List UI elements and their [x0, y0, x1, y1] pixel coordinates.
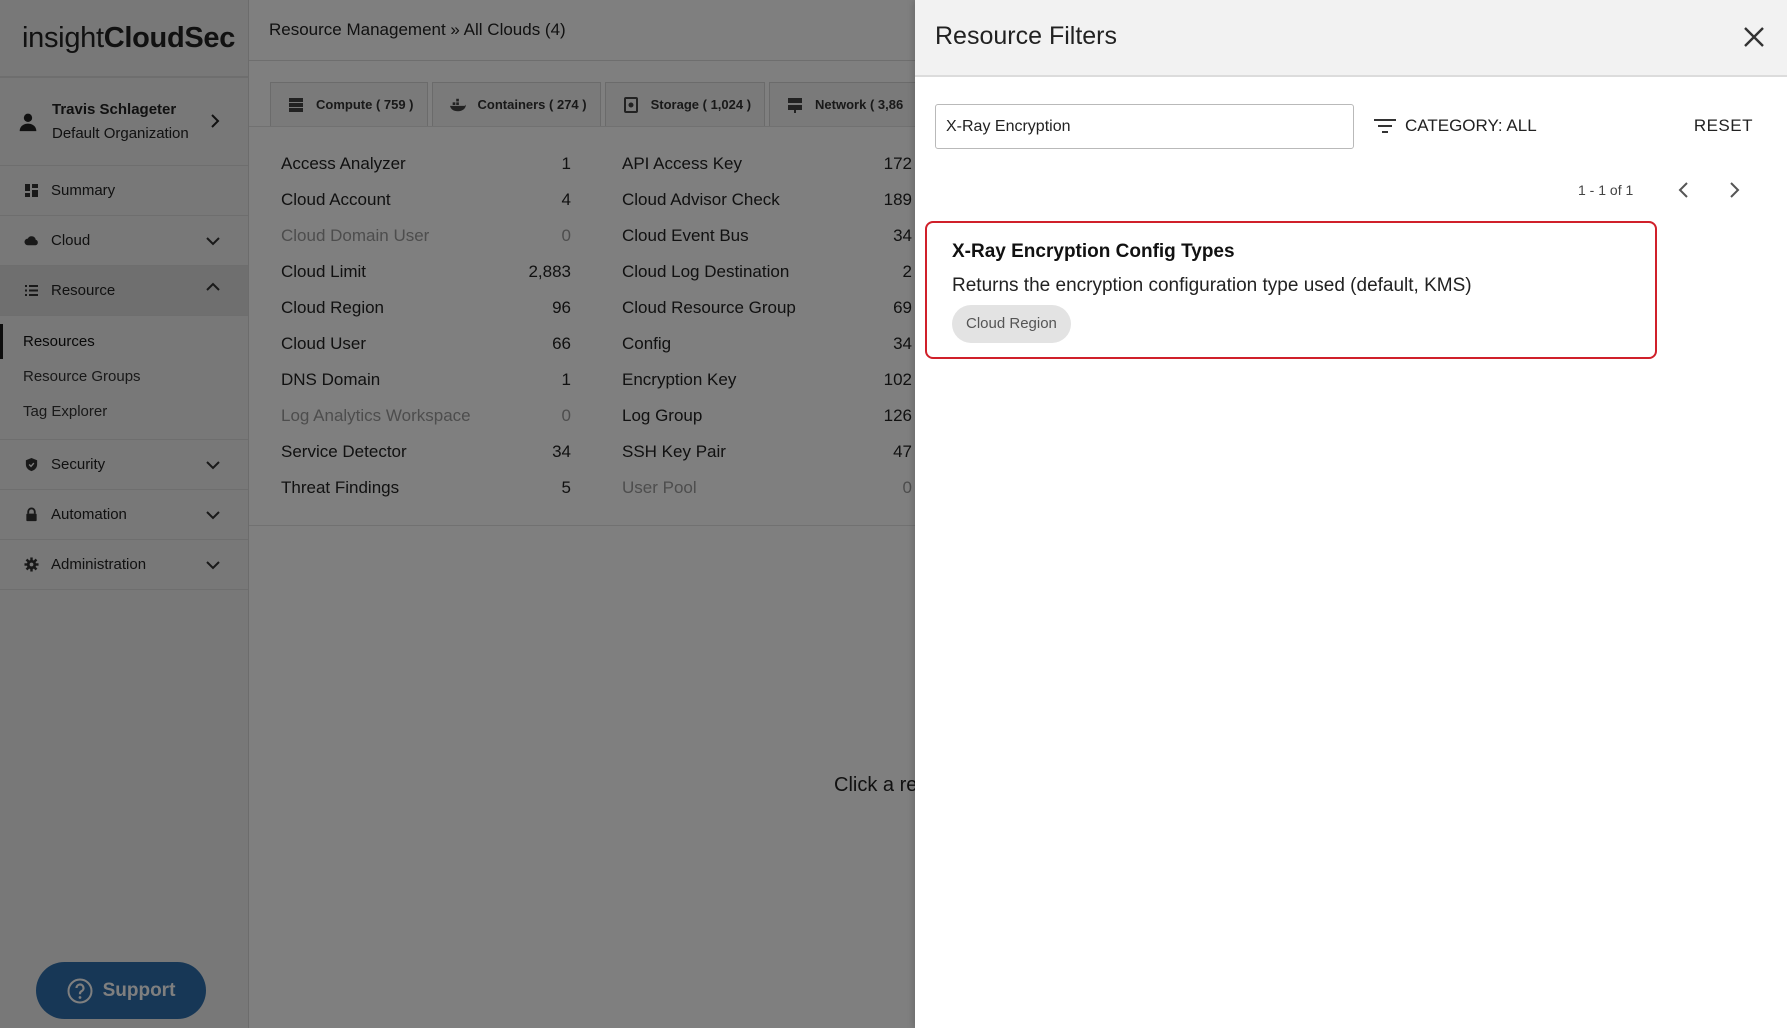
reset-button[interactable]: RESET — [1694, 116, 1753, 136]
drawer-header: Resource Filters — [915, 0, 1787, 77]
category-filter-button[interactable]: CATEGORY: ALL — [1373, 116, 1537, 136]
filter-icon — [1374, 119, 1396, 133]
close-icon[interactable] — [1741, 24, 1767, 50]
result-category-tag: Cloud Region — [952, 305, 1071, 343]
chevron-left-icon[interactable] — [1675, 180, 1693, 200]
pagination-range: 1 - 1 of 1 — [1578, 182, 1634, 198]
filter-search-input[interactable] — [935, 104, 1354, 149]
modal-backdrop[interactable] — [0, 0, 915, 1028]
chevron-right-icon[interactable] — [1725, 180, 1743, 200]
category-filter-label: CATEGORY: ALL — [1405, 116, 1537, 135]
filter-result-card[interactable]: X-Ray Encryption Config Types Returns th… — [925, 221, 1657, 359]
drawer-title: Resource Filters — [935, 22, 1117, 50]
result-title: X-Ray Encryption Config Types — [952, 241, 1235, 262]
resource-filters-drawer: Resource Filters CATEGORY: ALL RESET 1 -… — [915, 0, 1787, 1028]
result-description: Returns the encryption configuration typ… — [952, 275, 1472, 296]
